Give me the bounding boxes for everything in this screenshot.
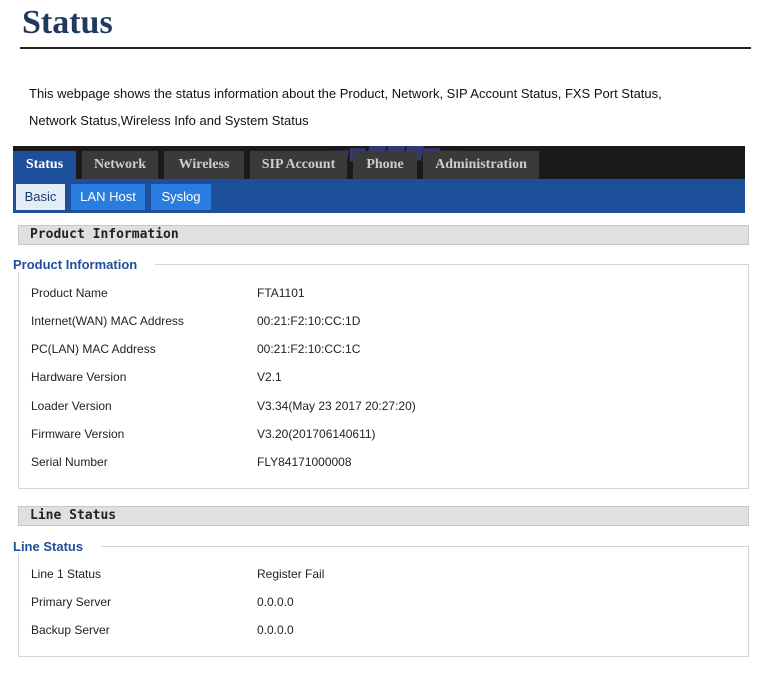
row-label: Hardware Version bbox=[31, 370, 127, 384]
page-title: Status bbox=[22, 4, 113, 41]
subtab-lan-host[interactable]: LAN Host bbox=[71, 184, 145, 210]
intro-line-1: This webpage shows the status informatio… bbox=[29, 86, 662, 101]
row-label: Firmware Version bbox=[31, 427, 125, 441]
group-legend: Line Status bbox=[13, 539, 102, 554]
tab-network[interactable]: Network bbox=[82, 151, 158, 179]
section-title: Line Status bbox=[30, 508, 117, 523]
row-value: FTA1101 bbox=[257, 286, 305, 300]
group-legend: Product Information bbox=[13, 257, 156, 272]
row-value: V3.34(May 23 2017 20:27:20) bbox=[257, 399, 416, 413]
row-label: Product Name bbox=[31, 286, 108, 300]
row-value: 00:21:F2:10:CC:1D bbox=[257, 314, 361, 328]
subtab-basic[interactable]: Basic bbox=[16, 184, 65, 210]
row-value: 0.0.0.0 bbox=[257, 595, 294, 609]
title-divider bbox=[20, 47, 751, 49]
row-label: Serial Number bbox=[31, 455, 108, 469]
row-label: Loader Version bbox=[31, 399, 112, 413]
tab-status[interactable]: Status bbox=[13, 151, 76, 179]
row-value: 0.0.0.0 bbox=[257, 623, 294, 637]
row-label: PC(LAN) MAC Address bbox=[31, 342, 156, 356]
row-value: V3.20(201706140611) bbox=[257, 427, 376, 441]
intro-text: This webpage shows the status informatio… bbox=[29, 80, 749, 134]
tab-wireless[interactable]: Wireless bbox=[164, 151, 244, 179]
row-label: Line 1 Status bbox=[31, 567, 102, 581]
tab-phone[interactable]: Phone bbox=[353, 151, 417, 179]
line-status-group bbox=[18, 546, 749, 657]
sub-navigation: Basic LAN Host Syslog bbox=[13, 179, 745, 213]
row-label: Internet(WAN) MAC Address bbox=[31, 314, 184, 328]
row-value: 00:21:F2:10:CC:1C bbox=[257, 342, 361, 356]
tab-sip-account[interactable]: SIP Account bbox=[250, 151, 347, 179]
tab-administration[interactable]: Administration bbox=[423, 151, 539, 179]
row-label: Primary Server bbox=[31, 595, 112, 609]
row-value: Register Fail bbox=[257, 567, 325, 581]
section-header-line: Line Status bbox=[18, 506, 749, 526]
subtab-syslog[interactable]: Syslog bbox=[151, 184, 211, 210]
section-title: Product Information bbox=[30, 227, 179, 242]
row-value: V2.1 bbox=[257, 370, 282, 384]
intro-line-2: Network Status,Wireless Info and System … bbox=[29, 113, 309, 128]
main-navigation: ▁▂▃▄▅▆▅▄▃▂▁ Status Network Wireless SIP … bbox=[13, 146, 745, 179]
section-header-product: Product Information bbox=[18, 225, 749, 245]
row-value: FLY84171000008 bbox=[257, 455, 352, 469]
product-info-group bbox=[18, 264, 749, 489]
row-label: Backup Server bbox=[31, 623, 110, 637]
